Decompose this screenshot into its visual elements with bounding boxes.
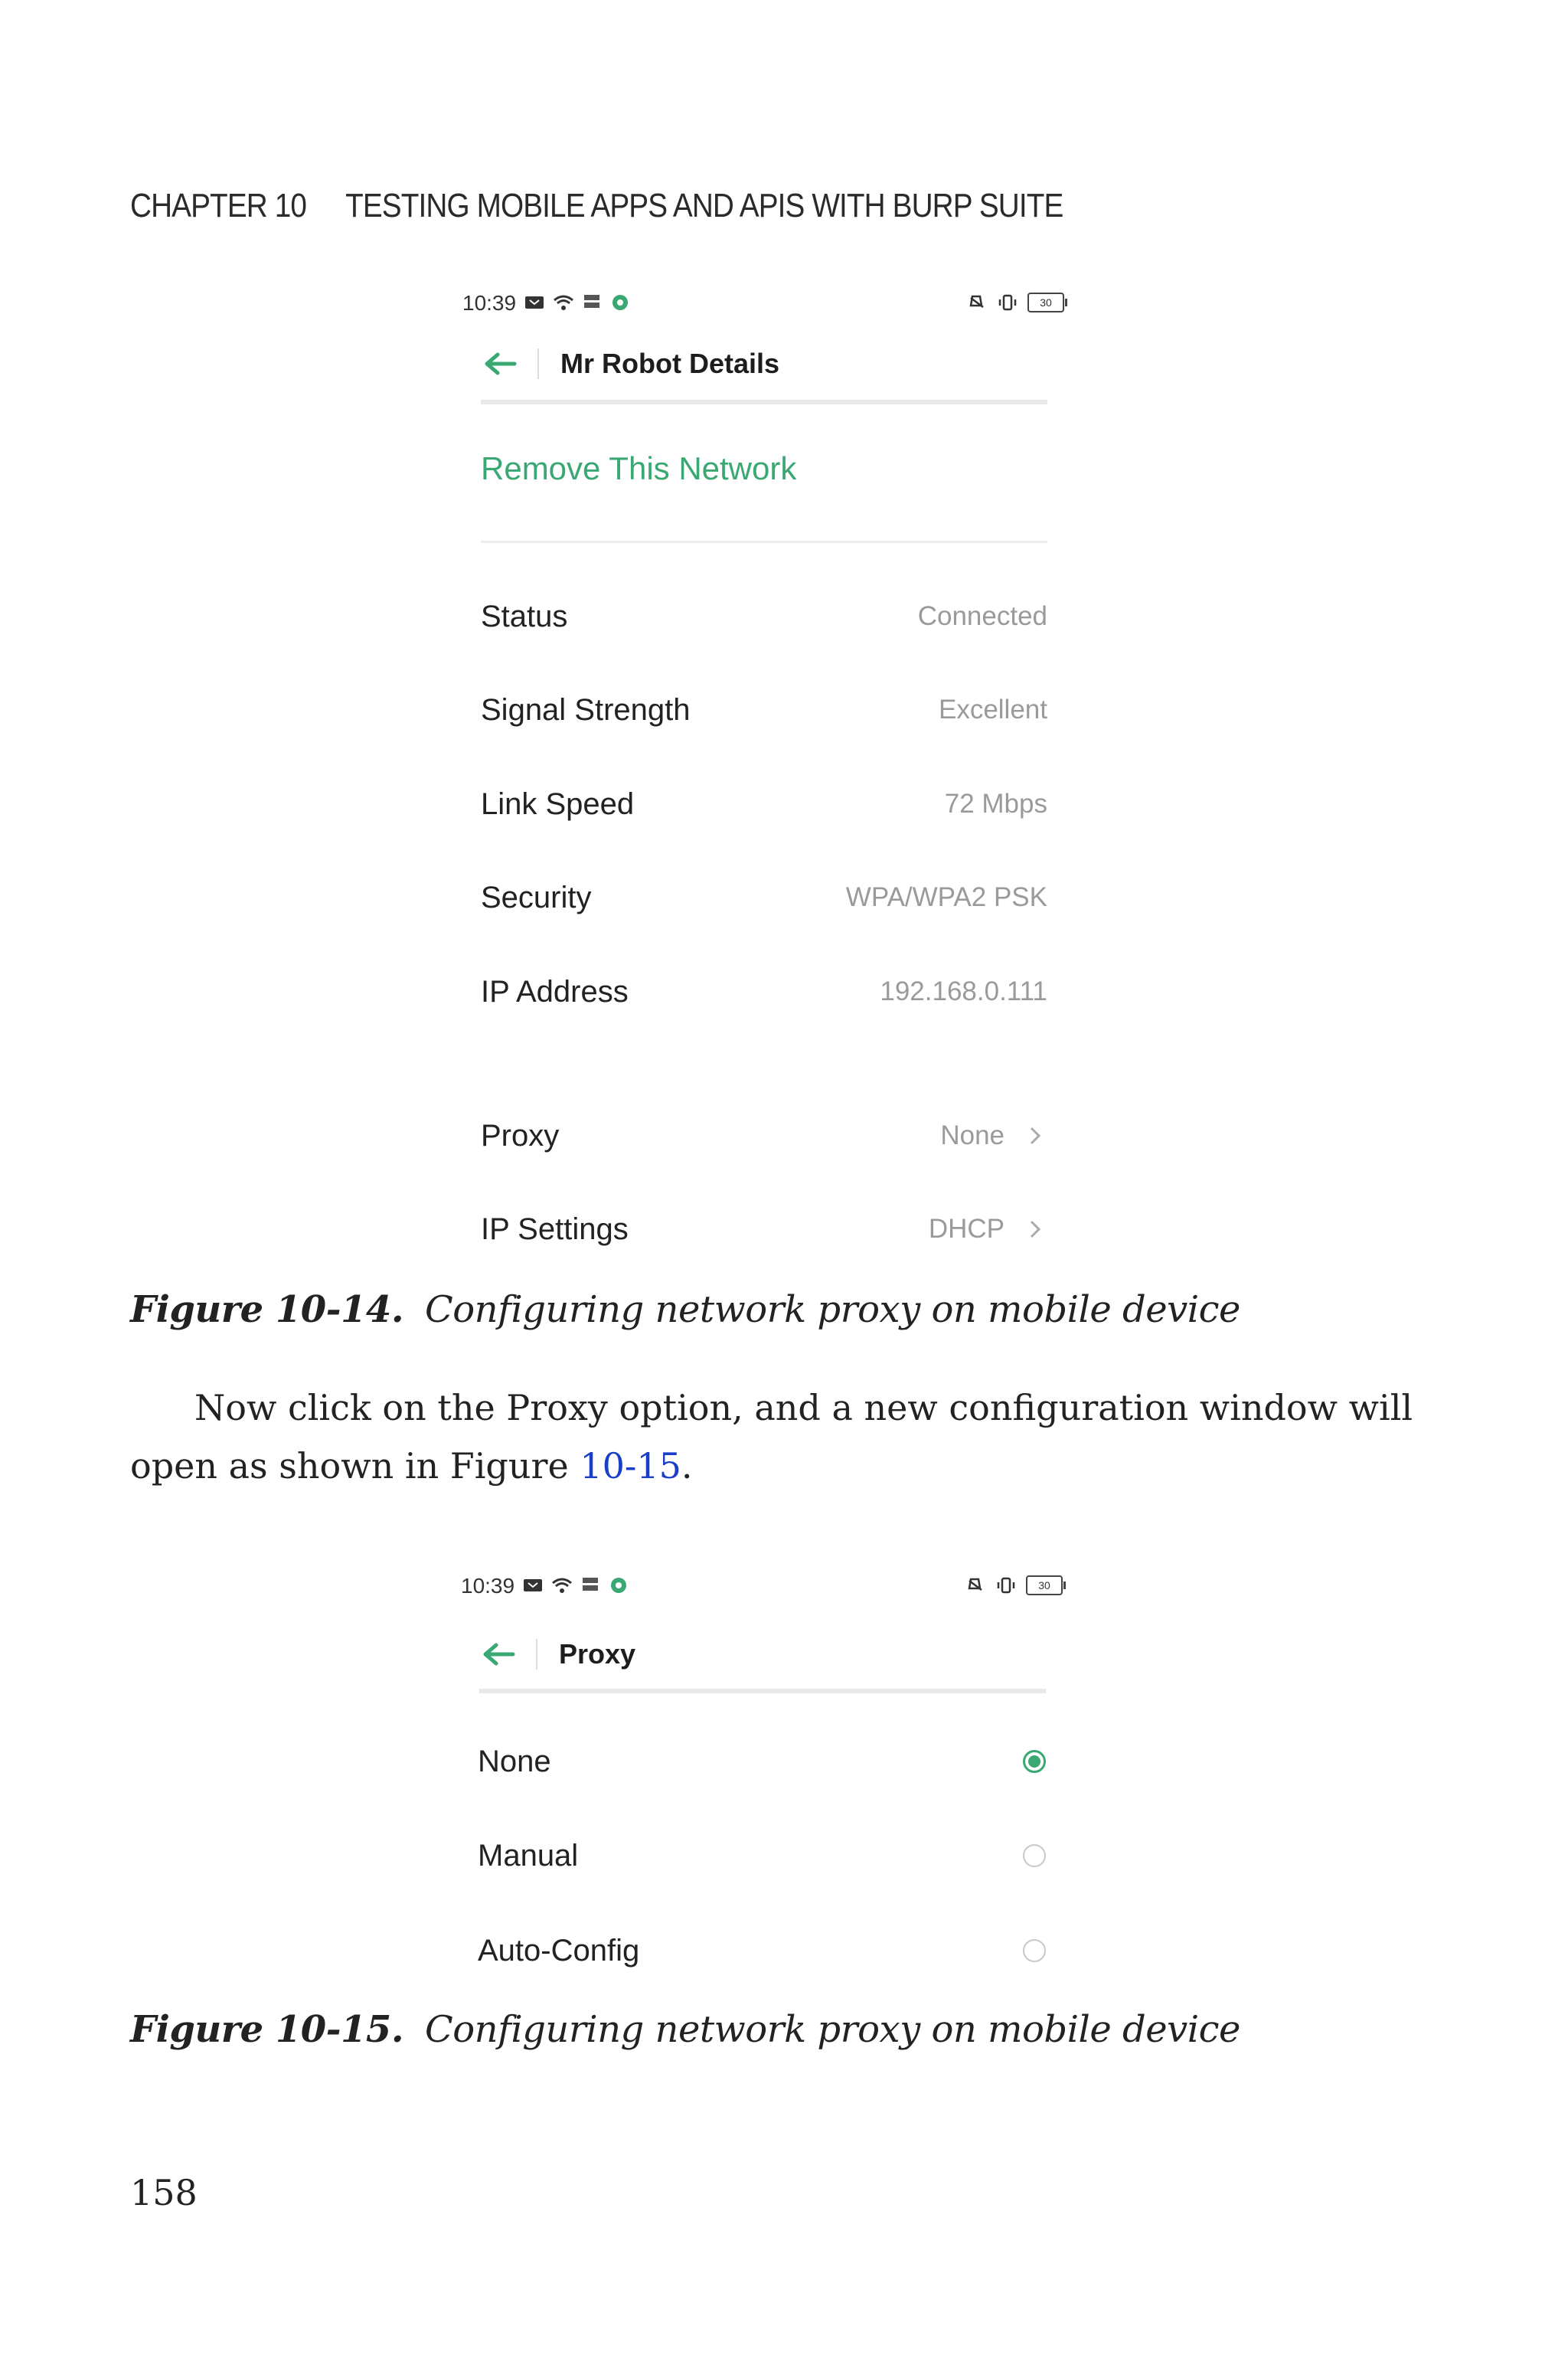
chevron-right-icon <box>1030 1127 1041 1145</box>
page-number: 158 <box>130 2172 198 2213</box>
screen-title: Proxy <box>559 1638 636 1670</box>
mute-icon <box>969 295 984 308</box>
status-time: 10:39 <box>462 291 517 315</box>
row-value: Excellent <box>938 695 1047 725</box>
body-line: Now click on the Proxy option, and a new… <box>194 1387 1413 1428</box>
option-label: None <box>478 1744 551 1778</box>
app-notification-icon <box>612 295 628 310</box>
figure-caption-text: Configuring network proxy on mobile devi… <box>425 2008 1240 2051</box>
row-label: IP Settings <box>481 1212 629 1246</box>
wifi-icon <box>552 1578 572 1593</box>
row-label: Status <box>481 599 568 633</box>
chapter-title: TESTING MOBILE APPS AND APIS WITH BURP S… <box>345 187 1063 224</box>
title-underline <box>479 1689 1046 1693</box>
screen-title: Mr Robot Details <box>560 348 780 379</box>
wifi-icon <box>554 295 573 310</box>
figure-10-14-screenshot: 10:39 30 Mr Robot Details Remove This Ne… <box>459 283 1072 1256</box>
vibrate-icon <box>997 1577 1015 1594</box>
section-divider <box>481 541 1047 543</box>
row-label: Security <box>481 880 592 914</box>
back-arrow-icon[interactable] <box>479 1639 518 1670</box>
status-row: Status Connected <box>481 594 1047 639</box>
link-speed-row: Link Speed 72 Mbps <box>481 781 1047 827</box>
message-icon <box>524 1579 542 1591</box>
radio-dot <box>1028 1755 1040 1768</box>
figure-link[interactable]: 10-15 <box>580 1445 681 1487</box>
status-bar: 10:39 30 <box>459 283 1067 326</box>
row-value: 192.168.0.111 <box>880 976 1047 1006</box>
battery-icon: 30 <box>1026 1575 1066 1595</box>
row-value: None <box>940 1120 1004 1150</box>
security-row: Security WPA/WPA2 PSK <box>481 875 1047 921</box>
figure-caption-text: Configuring network proxy on mobile devi… <box>425 1288 1240 1331</box>
row-value: 72 Mbps <box>944 789 1047 819</box>
body-line: open as shown in Figure 10-15. <box>130 1437 1447 1495</box>
mute-icon <box>968 1578 982 1591</box>
network-speed <box>582 293 602 312</box>
row-label: Link Speed <box>481 787 635 821</box>
option-label: Manual <box>478 1838 579 1873</box>
proxy-option-manual[interactable]: Manual <box>478 1833 1047 1879</box>
proxy-option-none[interactable]: None <box>478 1739 1047 1784</box>
status-bar: 10:39 30 <box>458 1566 1066 1609</box>
battery-icon: 30 <box>1027 293 1067 312</box>
figure-number: Figure 10-14. <box>130 1288 404 1331</box>
figure-number: Figure 10-15. <box>130 2008 404 2051</box>
message-icon <box>525 296 544 309</box>
row-value: Connected <box>917 601 1047 631</box>
figure-caption: Figure 10-15. Configuring network proxy o… <box>130 2008 1240 2051</box>
ip-settings-row[interactable]: IP Settings DHCP <box>481 1206 1047 1252</box>
network-speed-icon <box>584 295 599 308</box>
row-label: IP Address <box>481 974 629 1009</box>
radio-selected[interactable] <box>1023 1750 1046 1773</box>
row-value: WPA/WPA2 PSK <box>845 882 1047 912</box>
body-paragraph: Now click on the Proxy option, and a new… <box>130 1379 1447 1495</box>
row-value-wrap: None <box>940 1120 1047 1151</box>
proxy-option-auto-config[interactable]: Auto-Config <box>478 1928 1047 1974</box>
figure-10-15-screenshot: 10:39 30 Proxy None Manual Auto-Config <box>458 1566 1070 1980</box>
figure-caption: Figure 10-14. Configuring network proxy o… <box>130 1288 1240 1331</box>
back-arrow-icon[interactable] <box>481 348 519 379</box>
row-label: Proxy <box>481 1118 560 1153</box>
title-bar: Mr Robot Details <box>481 337 1063 391</box>
radio-unselected[interactable] <box>1023 1939 1046 1962</box>
title-bar: Proxy <box>479 1627 1061 1681</box>
radio-unselected[interactable] <box>1023 1844 1046 1867</box>
row-value: DHCP <box>928 1214 1004 1244</box>
body-text-segment: open as shown in Figure <box>130 1445 580 1487</box>
title-underline <box>481 400 1047 404</box>
row-value-wrap: DHCP <box>929 1214 1047 1245</box>
running-head: CHAPTER 10 TESTING MOBILE APPS AND APIS W… <box>130 187 1063 225</box>
network-speed-icon <box>583 1578 598 1591</box>
vibrate-icon <box>998 294 1017 311</box>
chevron-right-icon <box>1030 1220 1041 1238</box>
title-divider <box>536 1639 537 1670</box>
ip-address-row: IP Address 192.168.0.111 <box>481 969 1047 1015</box>
chapter-number: CHAPTER 10 <box>130 187 307 224</box>
title-divider <box>537 348 539 379</box>
status-time: 10:39 <box>461 1574 515 1598</box>
proxy-row[interactable]: Proxy None <box>481 1113 1047 1159</box>
remove-network-link[interactable]: Remove This Network <box>481 450 796 487</box>
signal-strength-row: Signal Strength Excellent <box>481 687 1047 733</box>
app-notification-icon <box>611 1578 626 1593</box>
row-label: Signal Strength <box>481 692 691 727</box>
option-label: Auto-Config <box>478 1933 640 1967</box>
network-speed <box>580 1575 600 1595</box>
body-text-segment: . <box>681 1445 693 1487</box>
